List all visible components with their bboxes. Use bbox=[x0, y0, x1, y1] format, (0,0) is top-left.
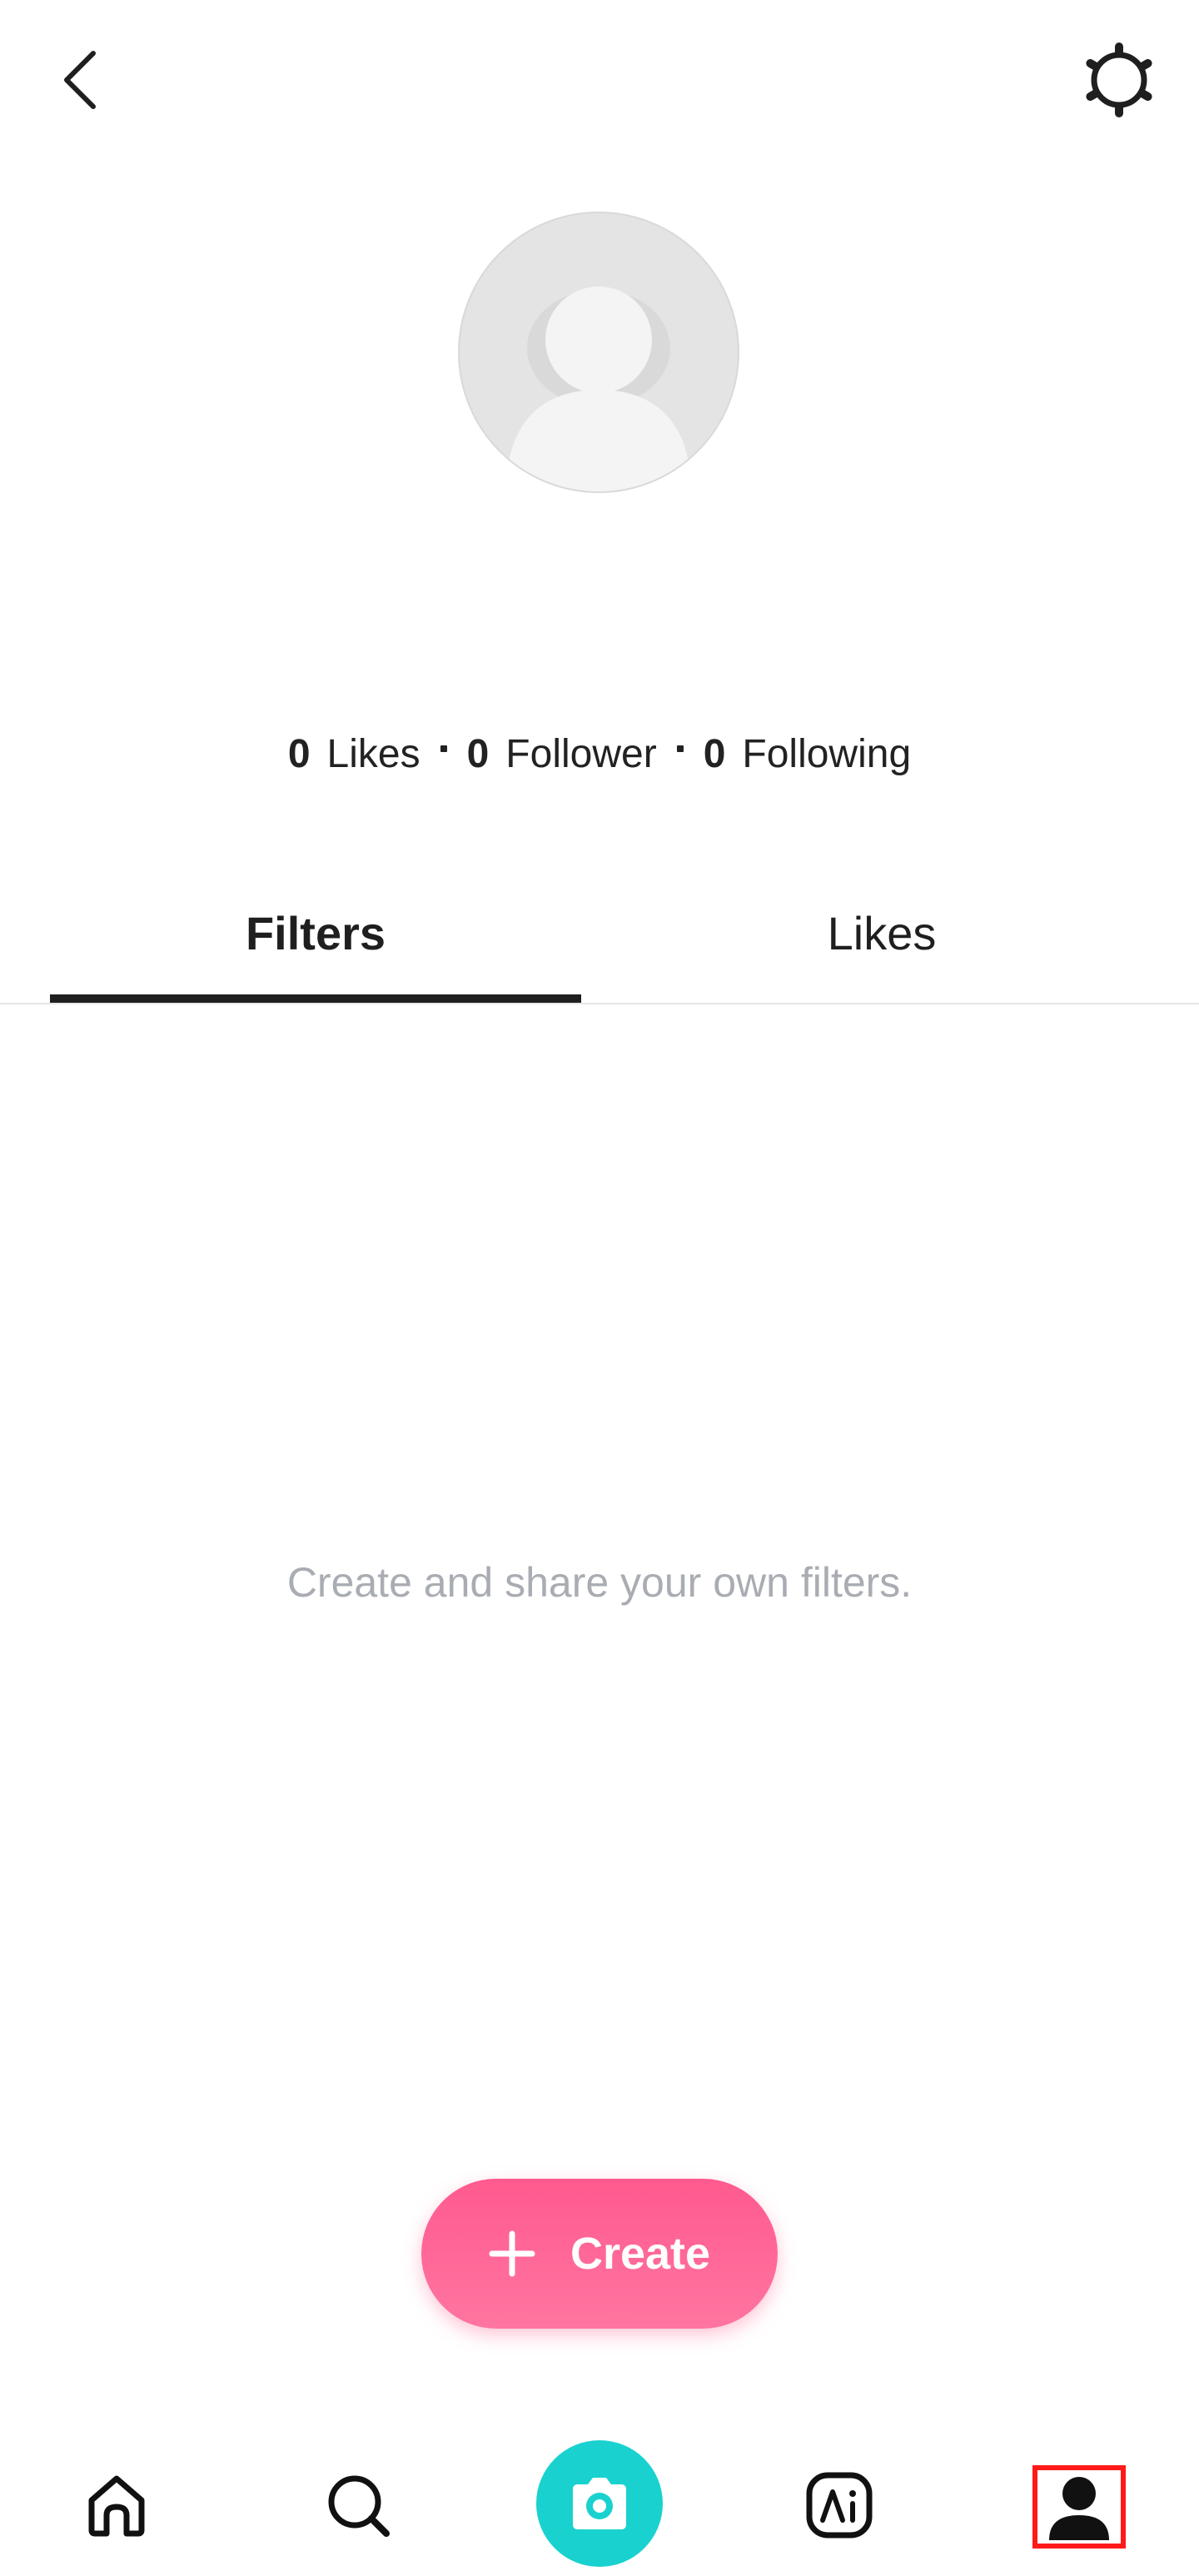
separator-dot bbox=[676, 745, 684, 752]
separator-dot bbox=[440, 745, 447, 752]
default-avatar-icon bbox=[460, 213, 738, 491]
profile-stats: 0 Likes 0 Follower 0 Following bbox=[0, 725, 1199, 783]
tab-likes-label: Likes bbox=[827, 906, 937, 959]
settings-button[interactable] bbox=[1076, 37, 1162, 123]
avatar[interactable] bbox=[458, 212, 739, 493]
following-count[interactable]: 0 bbox=[704, 731, 726, 777]
create-button[interactable]: Create bbox=[421, 2179, 778, 2329]
likes-label: Likes bbox=[326, 731, 420, 776]
tab-likes[interactable]: Likes bbox=[614, 891, 1149, 974]
back-button[interactable] bbox=[37, 37, 123, 123]
nav-profile[interactable] bbox=[1032, 2465, 1126, 2549]
tabs-divider bbox=[0, 1003, 1199, 1004]
empty-state-message: Create and share your own filters. bbox=[286, 1559, 913, 1606]
person-icon bbox=[1047, 2474, 1111, 2540]
likes-count: 0 bbox=[287, 731, 311, 776]
plus-icon bbox=[489, 2230, 535, 2277]
ai-icon bbox=[804, 2470, 874, 2540]
nav-home[interactable] bbox=[67, 2455, 167, 2555]
nav-search[interactable] bbox=[308, 2455, 408, 2555]
nav-ai[interactable] bbox=[789, 2455, 889, 2555]
tab-filters[interactable]: Filters bbox=[50, 891, 581, 974]
home-icon bbox=[82, 2470, 152, 2540]
profile-page: 0 Likes 0 Follower 0 Following Filters L… bbox=[0, 0, 1199, 2576]
following-label[interactable]: Following bbox=[742, 731, 911, 777]
tab-filters-label: Filters bbox=[245, 906, 386, 959]
followers-label[interactable]: Follower bbox=[505, 731, 656, 777]
camera-icon bbox=[565, 2474, 634, 2533]
create-button-label: Create bbox=[570, 2229, 711, 2279]
search-icon bbox=[323, 2470, 393, 2540]
chevron-left-icon bbox=[57, 47, 103, 113]
gear-icon bbox=[1079, 40, 1159, 120]
followers-count[interactable]: 0 bbox=[467, 731, 490, 777]
active-tab-indicator bbox=[50, 994, 581, 1003]
nav-camera[interactable] bbox=[536, 2440, 663, 2567]
